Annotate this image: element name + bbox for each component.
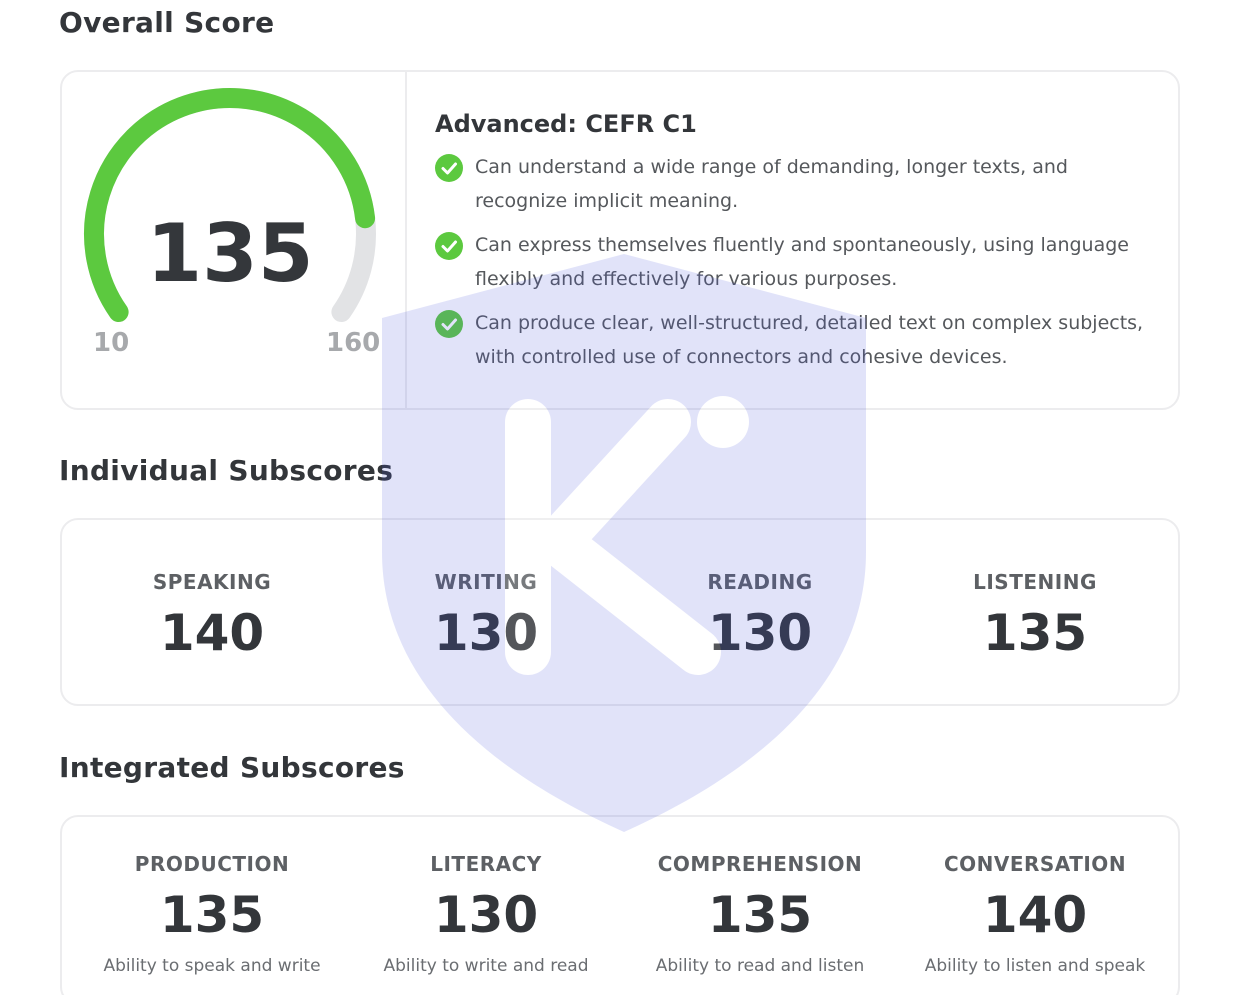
level-description-item: Can express themselves fluently and spon…: [435, 228, 1165, 296]
subscore-description: Ability to read and listen: [655, 956, 865, 976]
check-circle-icon: [435, 310, 463, 338]
subscore-description: Ability to listen and speak: [924, 956, 1146, 976]
subscore-value: 140: [159, 604, 265, 662]
subscore-label: CONVERSATION: [943, 852, 1127, 876]
subscore-conversation: CONVERSATION 140 Ability to listen and s…: [898, 854, 1172, 975]
subscore-value: 130: [433, 604, 539, 662]
subscore-label: LISTENING: [973, 570, 1097, 594]
subscore-writing: WRITING 130: [349, 572, 623, 658]
description-text: Can produce clear, well-structured, deta…: [475, 312, 1144, 368]
subscore-value: 140: [982, 886, 1088, 944]
results-page: Overall Score 135 10 160 Advanced: CEFR …: [0, 0, 1242, 995]
subscore-reading: READING 130: [623, 572, 897, 658]
overall-score-value: 135: [146, 207, 314, 300]
subscore-value: 135: [707, 886, 813, 944]
individual-subscores-heading: Individual Subscores: [59, 454, 394, 487]
check-circle-icon: [435, 232, 463, 260]
description-text: Can understand a wide range of demanding…: [475, 156, 1068, 212]
integrated-subscores-card: PRODUCTION 135 Ability to speak and writ…: [60, 815, 1180, 995]
subscore-label: WRITING: [434, 570, 538, 594]
subscore-value: 135: [982, 604, 1088, 662]
subscore-label: LITERACY: [430, 852, 542, 876]
overall-score-heading: Overall Score: [59, 6, 275, 39]
description-text: Can express themselves fluently and spon…: [475, 234, 1129, 290]
overall-score-card: 135 10 160 Advanced: CEFR C1 Can underst…: [60, 70, 1180, 410]
subscore-description: Ability to write and read: [383, 956, 589, 976]
subscore-description: Ability to speak and write: [103, 956, 321, 976]
level-description-item: Can understand a wide range of demanding…: [435, 150, 1165, 218]
score-gauge: 135 10 160: [62, 72, 406, 408]
subscore-label: COMPREHENSION: [657, 852, 863, 876]
subscore-label: READING: [707, 570, 813, 594]
subscore-production: PRODUCTION 135 Ability to speak and writ…: [75, 854, 349, 975]
integrated-subscores-heading: Integrated Subscores: [59, 751, 405, 784]
subscore-listening: LISTENING 135: [898, 572, 1172, 658]
subscore-value: 130: [433, 886, 539, 944]
individual-subscores-card: SPEAKING 140 WRITING 130 READING 130 LIS…: [60, 518, 1180, 706]
subscore-label: PRODUCTION: [134, 852, 290, 876]
gauge-min-label: 10: [93, 328, 130, 358]
subscore-comprehension: COMPREHENSION 135 Ability to read and li…: [623, 854, 897, 975]
subscore-value: 135: [159, 886, 265, 944]
level-title: Advanced: CEFR C1: [435, 110, 697, 138]
card-divider: [405, 72, 407, 408]
gauge-max-label: 160: [326, 328, 381, 358]
level-description-item: Can produce clear, well-structured, deta…: [435, 306, 1165, 374]
subscore-label: SPEAKING: [152, 570, 272, 594]
subscore-value: 130: [707, 604, 813, 662]
subscore-speaking: SPEAKING 140: [75, 572, 349, 658]
check-circle-icon: [435, 154, 463, 182]
level-description: Advanced: CEFR C1 Can understand a wide …: [435, 110, 1165, 384]
subscore-literacy: LITERACY 130 Ability to write and read: [349, 854, 623, 975]
